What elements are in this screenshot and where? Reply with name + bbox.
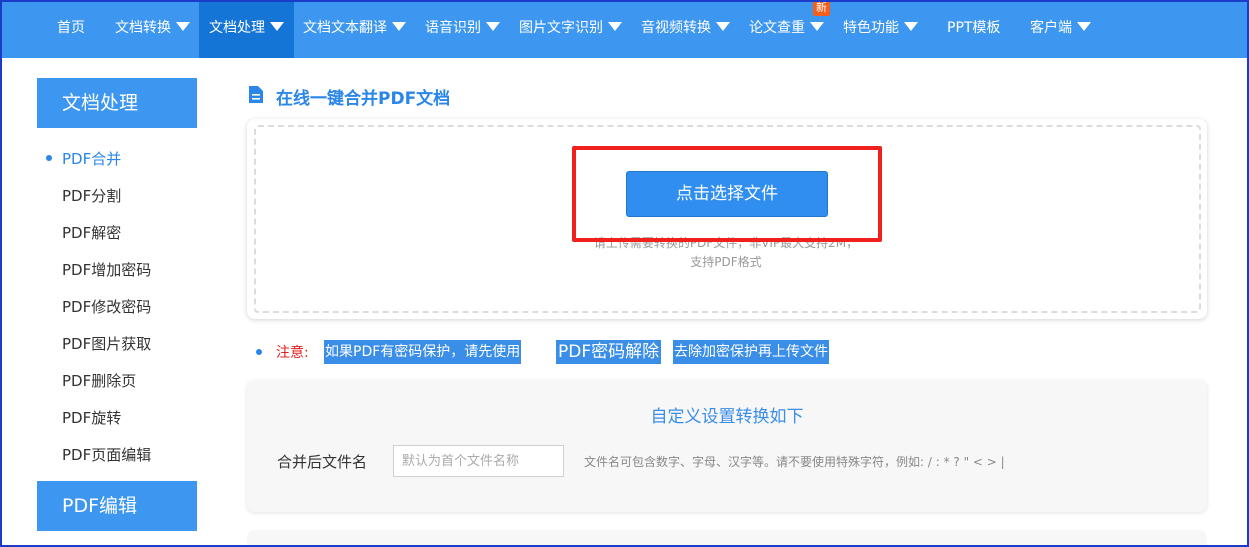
lower-panel bbox=[247, 530, 1207, 547]
sidebar-item-pdf-page-edit[interactable]: PDF页面编辑 bbox=[62, 444, 151, 465]
sidebar-section-title: 文档处理 bbox=[37, 78, 197, 128]
sidebar-section-title-pdf-edit[interactable]: PDF编辑 bbox=[37, 481, 197, 531]
chevron-down-icon bbox=[810, 22, 824, 31]
pdf-password-remove-link[interactable]: PDF密码解除 bbox=[556, 340, 662, 364]
sidebar-item-pdf-delete-pages[interactable]: PDF删除页 bbox=[62, 370, 136, 391]
chevron-down-icon bbox=[270, 22, 284, 31]
sidebar-item-pdf-decrypt[interactable]: PDF解密 bbox=[62, 222, 121, 243]
nav-item-special-features[interactable]: 特色功能 bbox=[843, 0, 918, 58]
nav-item-doc-convert[interactable]: 文档转换 bbox=[115, 0, 190, 58]
nav-item-doc-translate[interactable]: 文档文本翻译 bbox=[303, 0, 406, 58]
filename-label: 合并后文件名 bbox=[277, 453, 368, 471]
sidebar-item-pdf-extract-images[interactable]: PDF图片获取 bbox=[62, 333, 151, 354]
active-bullet-icon bbox=[46, 155, 52, 161]
notice-text-part1: 如果PDF有密码保护，请先使用 bbox=[324, 340, 522, 364]
sidebar-item-pdf-change-password[interactable]: PDF修改密码 bbox=[62, 296, 151, 317]
sidebar-item-pdf-add-password[interactable]: PDF增加密码 bbox=[62, 259, 151, 280]
notice-text-part2: 去除加密保护再上传文件 bbox=[673, 340, 829, 364]
chevron-down-icon bbox=[176, 22, 190, 31]
filename-hint: 文件名可包含数字、字母、汉字等。请不要使用特殊字符，例如: / : * ? " … bbox=[584, 455, 1005, 469]
nav-item-client[interactable]: 客户端 bbox=[1030, 0, 1091, 58]
chevron-down-icon bbox=[392, 22, 406, 31]
top-nav: 首页 文档转换 文档处理 文档文本翻译 语音识别 图片文字识别 音视频转换 论文… bbox=[0, 0, 1249, 58]
upload-format-hint: 支持PDF格式 bbox=[690, 255, 762, 269]
highlight-annotation-box bbox=[572, 146, 882, 242]
nav-item-speech-recognition[interactable]: 语音识别 bbox=[425, 0, 500, 58]
document-icon bbox=[249, 86, 263, 103]
sidebar-item-pdf-split[interactable]: PDF分割 bbox=[62, 185, 121, 206]
chevron-down-icon bbox=[716, 22, 730, 31]
chevron-down-icon bbox=[904, 22, 918, 31]
nav-item-image-ocr[interactable]: 图片文字识别 bbox=[519, 0, 622, 58]
nav-item-home[interactable]: 首页 bbox=[57, 0, 85, 58]
settings-panel bbox=[247, 380, 1207, 512]
nav-item-av-convert[interactable]: 音视频转换 bbox=[641, 0, 730, 58]
sidebar-item-pdf-rotate[interactable]: PDF旋转 bbox=[62, 407, 121, 428]
new-badge: 新 bbox=[813, 1, 830, 16]
chevron-down-icon bbox=[486, 22, 500, 31]
nav-item-doc-process[interactable]: 文档处理 bbox=[199, 0, 294, 58]
nav-item-ppt-templates[interactable]: PPT模板 bbox=[947, 0, 1000, 58]
chevron-down-icon bbox=[1077, 22, 1091, 31]
notice-bullet-icon bbox=[256, 349, 262, 355]
chevron-down-icon bbox=[608, 22, 622, 31]
settings-title: 自定义设置转换如下 bbox=[650, 407, 804, 427]
notice-label: 注意: bbox=[276, 345, 309, 361]
sidebar-item-pdf-merge[interactable]: PDF合并 bbox=[62, 148, 121, 169]
filename-input[interactable] bbox=[393, 445, 564, 477]
page-title: 在线一键合并PDF文档 bbox=[276, 89, 451, 109]
